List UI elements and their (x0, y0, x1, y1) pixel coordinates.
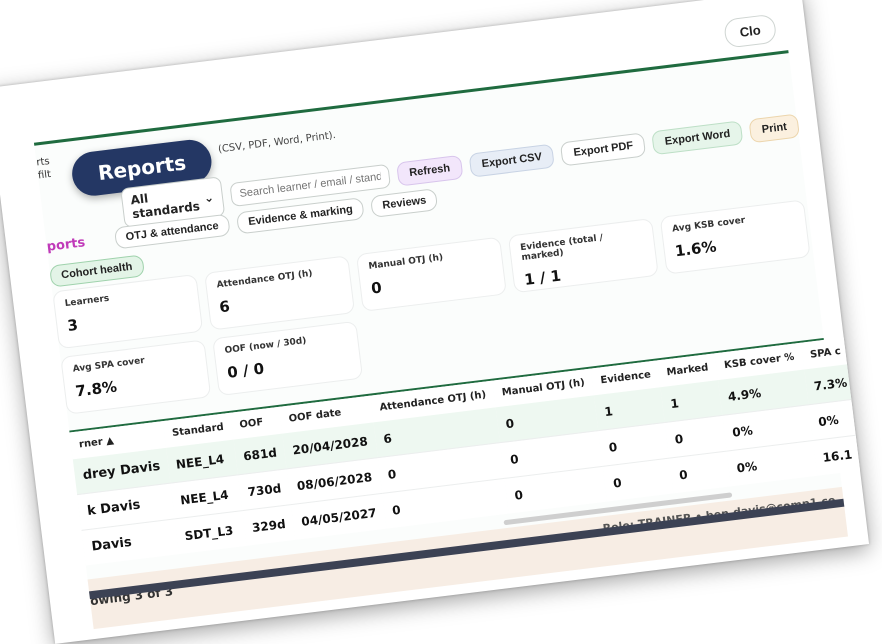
cell-standard: SDT_L3 (174, 510, 247, 555)
card-avg-ksb: Avg KSB cover 1.6% (659, 199, 811, 275)
export-pdf-button[interactable]: Export PDF (560, 132, 647, 167)
card-value: 7.8% (74, 377, 118, 401)
card-value: 1.6% (673, 237, 718, 261)
chevron-down-icon: ⌄ (203, 190, 215, 206)
cell-evidence: 0 (603, 458, 674, 502)
card-attendance-otj: Attendance OTJ (h) 6 (204, 255, 356, 331)
export-word-button[interactable]: Export Word (651, 120, 744, 156)
cell-oof: 681d (233, 433, 287, 475)
cell-oof: 730d (237, 468, 292, 511)
truncated-hint: rts filt (36, 155, 52, 182)
export-hint: (CSV, PDF, Word, Print). (217, 129, 337, 156)
cell-spa-cover: 16.1 (812, 434, 866, 476)
card-value: 6 (218, 297, 231, 317)
cell-oof: 329d (241, 504, 296, 546)
card-avg-spa: Avg SPA cover 7.8% (60, 339, 212, 415)
cell-spa-cover: 0% (808, 398, 862, 441)
standards-select-value: All standards (129, 191, 201, 222)
export-csv-button[interactable]: Export CSV (468, 143, 556, 178)
cell-spa-cover: 7.3% (803, 363, 858, 405)
card-value: 3 (66, 315, 79, 335)
card-oof: OOF (now / 30d) 0 / 0 (212, 320, 364, 397)
card-value: 1 / 1 (523, 266, 562, 289)
print-button[interactable]: Print (748, 113, 801, 144)
card-value: 0 / 0 (226, 359, 266, 382)
hint-line-2: filt (37, 168, 52, 182)
card-evidence: Evidence (total / marked) 1 / 1 (507, 218, 659, 294)
close-button[interactable]: Clo (723, 13, 778, 49)
section-label: ports (45, 234, 86, 255)
toolbar: All standards ⌄ Refresh Export CSV Expor… (120, 106, 801, 229)
refresh-button[interactable]: Refresh (396, 154, 464, 187)
reports-panel: Clo rts filt Reports (CSV, PDF, Word, Pr… (33, 13, 866, 630)
card-manual-otj: Manual OTJ (h) 0 (355, 236, 507, 312)
cell-marked: 0 (669, 451, 731, 494)
card-learners: Learners 3 (52, 273, 204, 350)
tilted-screen-photo: Clo rts filt Reports (CSV, PDF, Word, Pr… (0, 0, 870, 644)
card-value: 0 (370, 278, 383, 298)
